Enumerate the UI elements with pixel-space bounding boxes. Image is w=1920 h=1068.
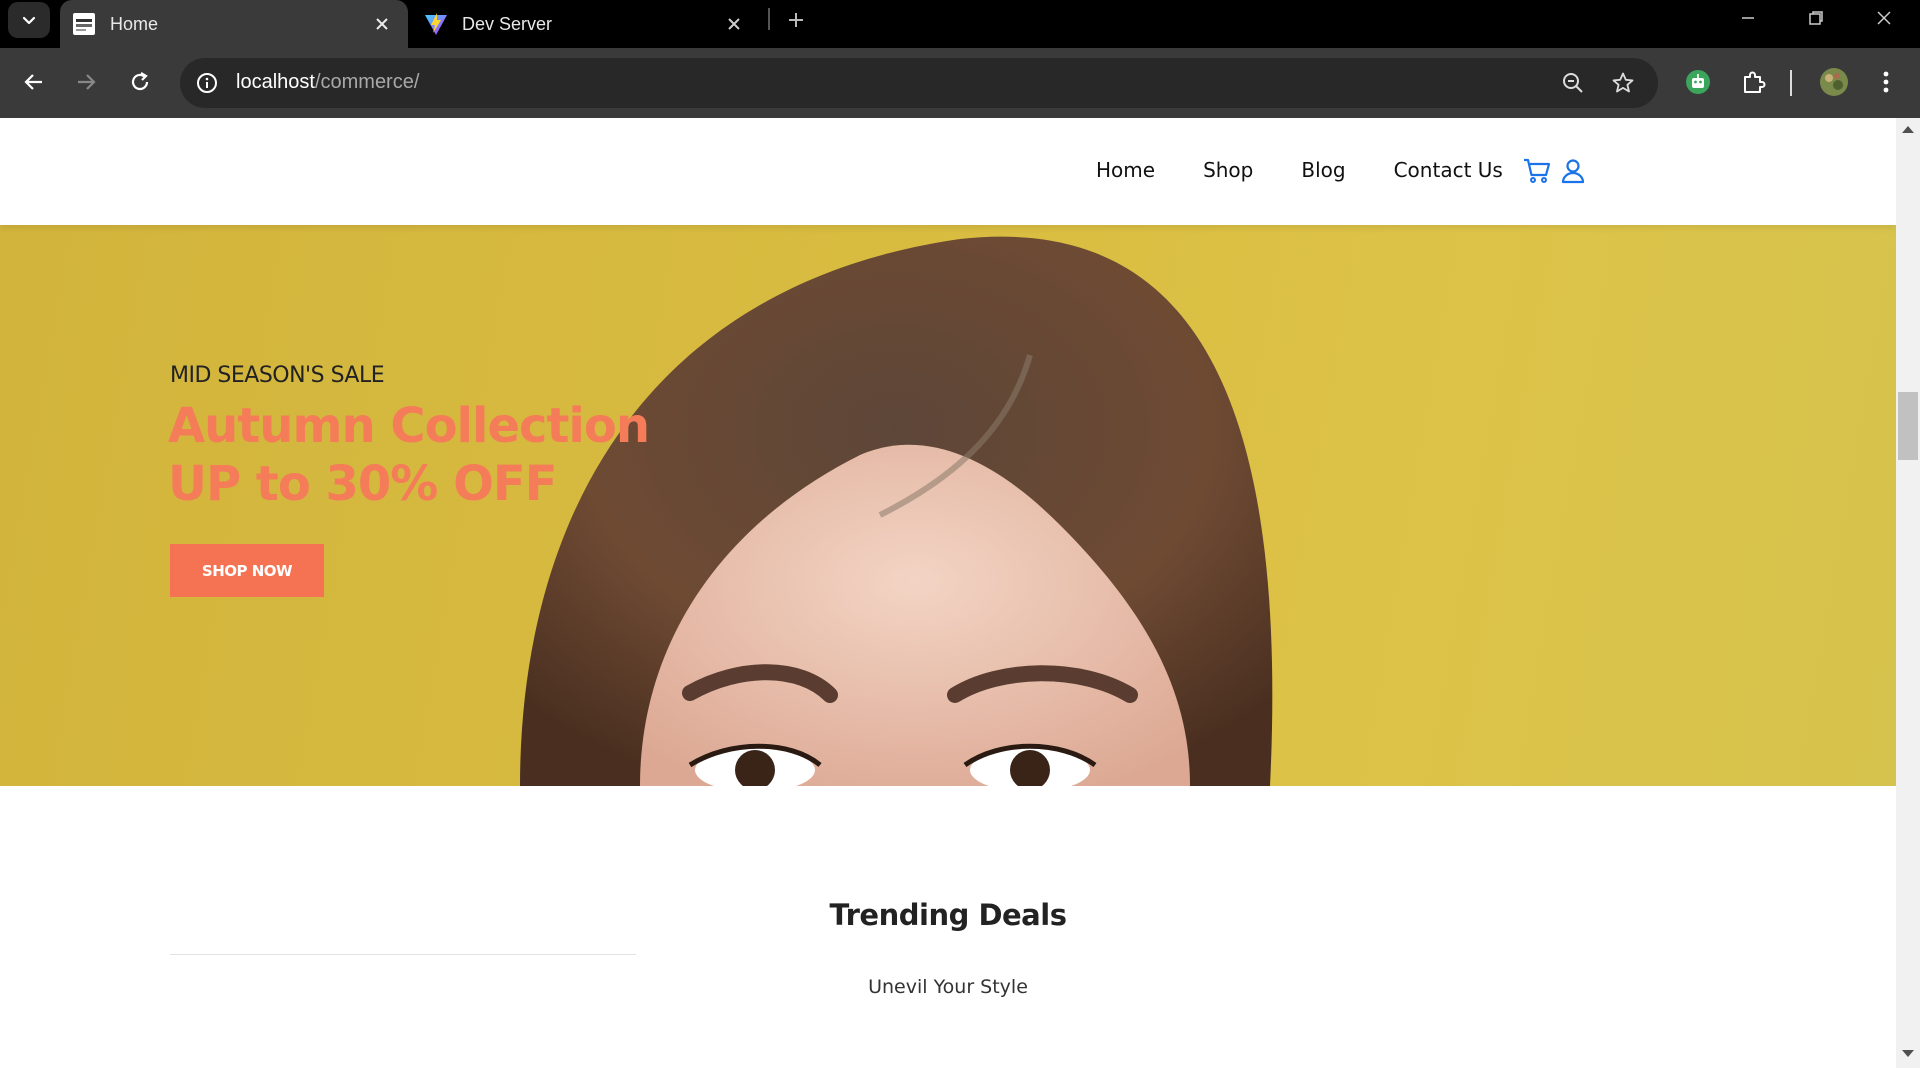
url-path: /commerce/	[314, 71, 420, 93]
site-info-icon[interactable]	[194, 70, 220, 96]
close-tab-icon[interactable]	[368, 10, 396, 38]
user-icon[interactable]	[1558, 156, 1588, 186]
scroll-down-icon[interactable]	[1902, 1050, 1914, 1057]
vertical-scrollbar[interactable]	[1896, 118, 1920, 1068]
tab-search-button[interactable]	[8, 2, 50, 38]
back-button[interactable]	[14, 62, 54, 102]
close-window-button[interactable]	[1852, 0, 1916, 36]
nav-shop[interactable]: Shop	[1203, 158, 1253, 182]
hero-title-line1: Autumn Collection	[168, 398, 650, 454]
shop-now-button[interactable]: SHOP NOW	[170, 544, 324, 597]
site-favicon-icon	[72, 12, 96, 36]
toolbar-divider	[1790, 70, 1792, 96]
trending-deals-subtitle: Unevil Your Style	[868, 976, 1028, 998]
new-tab-button[interactable]	[780, 4, 812, 36]
restore-button[interactable]	[1784, 0, 1848, 36]
hero-title: Autumn Collection UP to 30% OFF	[168, 397, 768, 513]
section-divider	[170, 954, 636, 955]
reload-icon	[131, 72, 149, 91]
scroll-up-icon[interactable]	[1902, 126, 1914, 133]
browser-toolbar: localhost/commerce/	[0, 48, 1920, 118]
url-text: localhost/commerce/	[236, 71, 419, 94]
nav-contact-us[interactable]: Contact Us	[1394, 158, 1503, 182]
avatar	[1820, 68, 1848, 96]
browser-tab-strip: Home Dev Server	[0, 0, 1920, 48]
main-nav: Home Shop Blog Contact Us	[1096, 158, 1551, 182]
minimize-icon	[1742, 17, 1754, 19]
minimize-button[interactable]	[1716, 0, 1780, 36]
plus-icon	[789, 13, 803, 27]
close-tab-icon[interactable]	[720, 10, 748, 38]
restore-icon	[1809, 11, 1823, 25]
site-header: Home Shop Blog Contact Us	[0, 118, 1896, 225]
arrow-left-icon	[24, 74, 42, 90]
close-icon	[1877, 11, 1891, 25]
nav-home[interactable]: Home	[1096, 158, 1155, 182]
hero-subtitle: MID SEASON'S SALE	[170, 363, 385, 388]
arrow-right-icon	[78, 74, 96, 90]
vite-logo-icon	[424, 12, 448, 36]
reload-button[interactable]	[120, 62, 160, 102]
kebab-menu-icon	[1883, 71, 1889, 93]
address-bar[interactable]: localhost/commerce/	[180, 58, 1658, 108]
zoom-icon[interactable]	[1558, 68, 1588, 98]
tab-home[interactable]: Home	[60, 0, 408, 48]
chevron-down-icon	[22, 16, 36, 25]
bookmark-star-icon[interactable]	[1608, 68, 1638, 98]
browser-menu-button[interactable]	[1866, 62, 1906, 102]
nav-blog[interactable]: Blog	[1301, 158, 1345, 182]
tab-title: Dev Server	[462, 13, 553, 34]
robot-extension-icon	[1686, 70, 1710, 94]
cart-icon[interactable]	[1522, 156, 1552, 186]
forward-button[interactable]	[66, 62, 106, 102]
tab-separator	[768, 8, 770, 30]
puzzle-icon	[1744, 71, 1766, 93]
tab-title: Home	[110, 13, 159, 34]
hero-banner: MID SEASON'S SALE Autumn Collection UP t…	[0, 225, 1896, 786]
scrollbar-thumb[interactable]	[1898, 392, 1918, 460]
url-host: localhost	[236, 71, 315, 93]
tab-dev-server[interactable]: Dev Server	[412, 0, 760, 48]
trending-deals-heading: Trending Deals	[829, 898, 1067, 932]
profile-button[interactable]	[1814, 62, 1854, 102]
hero-title-line2: UP to 30% OFF	[168, 456, 557, 512]
extensions-menu-button[interactable]	[1734, 62, 1774, 102]
extension-button[interactable]	[1678, 62, 1718, 102]
page-viewport: Home Shop Blog Contact Us MID SEASON'S S…	[0, 118, 1896, 1068]
